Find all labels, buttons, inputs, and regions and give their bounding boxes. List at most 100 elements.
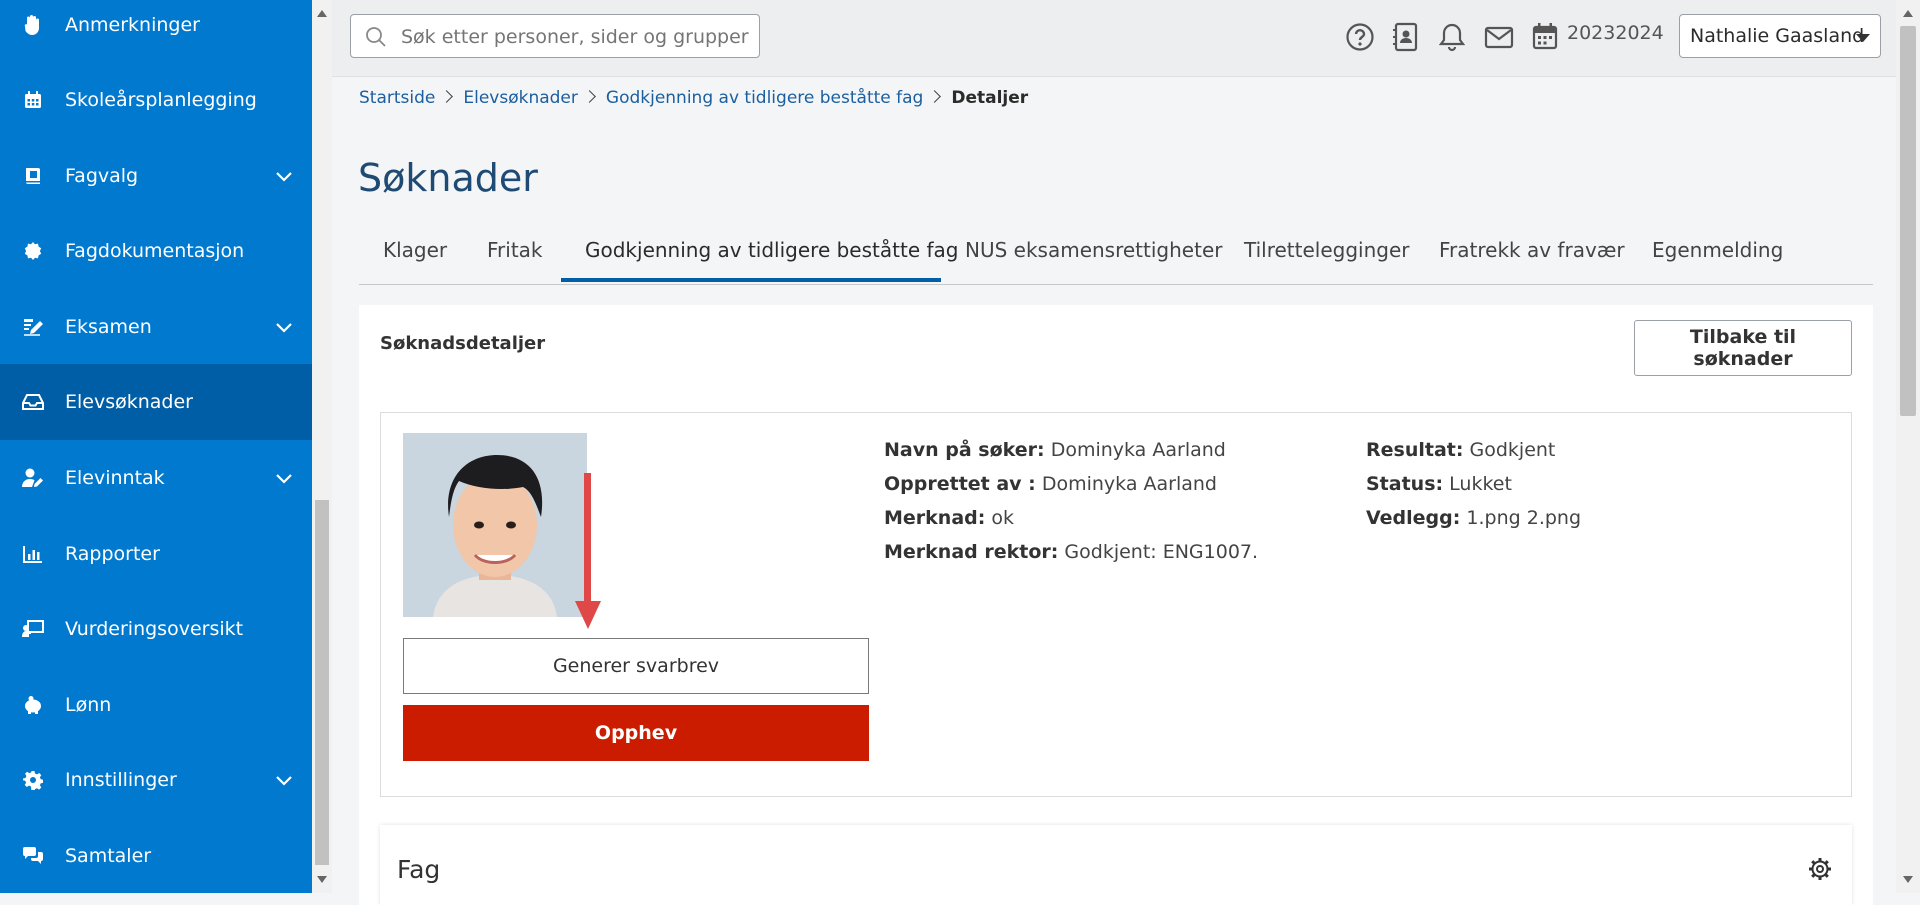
page-title: Søknader [358, 156, 538, 200]
tab-fratrekk-av-fravaer[interactable]: Fratrekk av fravær [1439, 238, 1625, 262]
sidebar-item-label: Fagdokumentasjon [65, 240, 245, 262]
piggy-bank-icon [22, 694, 44, 716]
tab-klager[interactable]: Klager [383, 238, 447, 262]
exam-pen-icon [22, 316, 44, 338]
chevron-right-icon [928, 90, 942, 103]
chevron-right-icon [583, 90, 596, 103]
sidebar-item-label: Elevinntak [65, 467, 165, 489]
caret-down-icon [1856, 34, 1870, 42]
bar-chart-icon [22, 543, 44, 565]
top-bar: Søk etter personer, sider og grupper 202… [332, 0, 1896, 77]
section-title: Søknadsdetaljer [380, 333, 546, 354]
sidebar-item-innstillinger[interactable]: Innstillinger [0, 742, 312, 818]
sidebar-item-label: Vurderingsoversikt [65, 618, 244, 640]
field-row: Opprettet av : Dominyka Aarland [884, 467, 1258, 501]
sidebar-item-eksamen[interactable]: Eksamen [0, 289, 312, 365]
field-value: Godkjent [1469, 439, 1556, 461]
calendar-icon[interactable] [1532, 22, 1562, 52]
sidebar-item-samtaler[interactable]: Samtaler [0, 818, 312, 893]
field-label: Merknad: [884, 507, 986, 529]
chevron-down-icon[interactable] [274, 467, 296, 489]
user-name: Nathalie Gaasland [1690, 25, 1865, 47]
sidebar-item-elevsoknader[interactable]: Elevsøknader [0, 364, 312, 440]
field-label: Navn på søker: [884, 439, 1045, 461]
badge-icon [22, 240, 44, 262]
field-value: Godkjent: ENG1007. [1064, 541, 1259, 563]
user-edit-icon [22, 467, 44, 489]
field-value: Dominyka Aarland [1041, 473, 1217, 495]
sidebar-item-label: Eksamen [65, 316, 152, 338]
sidebar-scrollbar[interactable] [312, 0, 332, 893]
subjects-title: Fag [397, 855, 441, 884]
tab-bar: Klager Fritak Godkjenning av tidligere b… [359, 232, 1873, 285]
scroll-up-arrow[interactable] [317, 10, 327, 17]
annotation-arrow [584, 473, 591, 603]
field-row: Merknad rektor: Godkjent: ENG1007. [884, 535, 1258, 569]
hand-icon [22, 14, 44, 36]
tab-godkjenning[interactable]: Godkjenning av tidligere beståtte fag [585, 238, 958, 262]
field-label: Merknad rektor: [884, 541, 1059, 563]
chevron-down-icon[interactable] [274, 165, 296, 187]
tab-tilrettelegginger[interactable]: Tilrettelegginger [1244, 238, 1410, 262]
user-menu-button[interactable]: Nathalie Gaasland [1679, 14, 1881, 58]
search-placeholder: Søk etter personer, sider og grupper [401, 26, 749, 48]
field-label: Opprettet av : [884, 473, 1036, 495]
search-input[interactable]: Søk etter personer, sider og grupper [350, 14, 760, 58]
sidebar-item-rapporter[interactable]: Rapporter [0, 516, 312, 592]
scrollbar-thumb[interactable] [1900, 26, 1916, 416]
breadcrumb-link-elevsoknader[interactable]: Elevsøknader [463, 88, 578, 108]
sidebar-item-label: Samtaler [65, 845, 152, 867]
tab-fritak[interactable]: Fritak [487, 238, 543, 262]
generate-response-letter-button[interactable]: Generer svarbrev [403, 638, 869, 694]
field-row: Merknad: ok [884, 501, 1258, 535]
applicant-info-right: Resultat: Godkjent Status: Lukket Vedleg… [1366, 433, 1581, 535]
sidebar-item-label: Elevsøknader [65, 391, 193, 413]
sidebar-item-fagvalg[interactable]: Fagvalg [0, 138, 312, 214]
scrollbar-thumb[interactable] [315, 500, 329, 865]
scroll-down-arrow[interactable] [317, 876, 327, 883]
subjects-panel: Fag [380, 825, 1852, 905]
sidebar-item-lonn[interactable]: Lønn [0, 667, 312, 743]
revoke-button[interactable]: Opphev [403, 705, 869, 761]
back-to-applications-button[interactable]: Tilbake til søknader [1634, 320, 1852, 376]
applicant-details: Generer svarbrev Opphev Navn på søker: D… [380, 412, 1852, 797]
sidebar-item-skolearsplanlegging[interactable]: Skoleårsplanlegging [0, 62, 312, 138]
applicant-photo [403, 433, 587, 617]
chevron-down-icon[interactable] [274, 769, 296, 791]
bell-icon[interactable] [1437, 22, 1467, 52]
sidebar-item-vurderingsoversikt[interactable]: Vurderingsoversikt [0, 591, 312, 667]
tab-nus-eksamensrettigheter[interactable]: NUS eksamensrettigheter [965, 238, 1222, 262]
details-card: Søknadsdetaljer Tilbake til søknader Gen… [359, 305, 1873, 905]
sidebar-item-fagdokumentasjon[interactable]: Fagdokumentasjon [0, 213, 312, 289]
field-label: Vedlegg: [1366, 507, 1461, 529]
breadcrumb: Startside Elevsøknader Godkjenning av tidl… [359, 88, 1028, 108]
field-label: Status: [1366, 473, 1444, 495]
field-value[interactable]: 1.png 2.png [1466, 507, 1581, 529]
field-value: Dominyka Aarland [1050, 439, 1226, 461]
sidebar-item-elevinntak[interactable]: Elevinntak [0, 440, 312, 516]
field-row: Resultat: Godkjent [1366, 433, 1581, 467]
scroll-down-arrow[interactable] [1903, 876, 1913, 883]
help-icon[interactable] [1345, 22, 1375, 52]
sidebar-item-label: Anmerkninger [65, 14, 200, 36]
field-row: Vedlegg: 1.png 2.png [1366, 501, 1581, 535]
breadcrumb-link-startside[interactable]: Startside [359, 88, 435, 108]
chevron-right-icon [440, 90, 454, 103]
contacts-icon[interactable] [1391, 22, 1421, 52]
field-value: Lukket [1449, 473, 1512, 495]
gear-icon[interactable] [1808, 857, 1832, 885]
teacher-board-icon [22, 618, 44, 640]
sidebar-item-label: Rapporter [65, 543, 160, 565]
tab-egenmelding[interactable]: Egenmelding [1652, 238, 1783, 262]
school-year[interactable]: 20232024 [1567, 22, 1664, 44]
sidebar-item-anmerkninger[interactable]: Anmerkninger [0, 0, 312, 63]
page-scrollbar[interactable] [1896, 0, 1920, 893]
mail-icon[interactable] [1484, 22, 1514, 52]
scroll-up-arrow[interactable] [1903, 10, 1913, 17]
chevron-down-icon[interactable] [274, 316, 296, 338]
applicant-info-left: Navn på søker: Dominyka Aarland Opprette… [884, 433, 1258, 569]
gear-icon [22, 769, 44, 791]
breadcrumb-link-godkjenning[interactable]: Godkjenning av tidligere beståtte fag [606, 88, 923, 108]
field-label: Resultat: [1366, 439, 1464, 461]
field-row: Navn på søker: Dominyka Aarland [884, 433, 1258, 467]
